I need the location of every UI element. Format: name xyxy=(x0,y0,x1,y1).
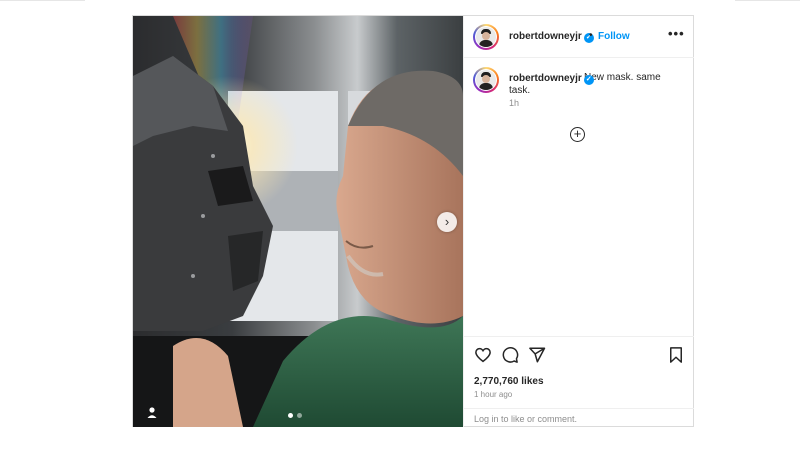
comment-icon[interactable] xyxy=(501,346,519,364)
heart-icon[interactable] xyxy=(474,346,492,364)
carousel-dots xyxy=(288,413,302,418)
header-separator: • xyxy=(589,30,593,41)
user-tag-icon[interactable] xyxy=(145,405,159,419)
photo-scene xyxy=(133,16,463,427)
header-username[interactable]: robertdowneyjr ✓ xyxy=(509,31,594,43)
post-photo[interactable]: › xyxy=(133,16,463,427)
post-timestamp[interactable]: 1 hour ago xyxy=(474,390,512,399)
caption-avatar[interactable] xyxy=(473,67,499,93)
page-divider-left xyxy=(0,0,85,1)
caption-timestamp[interactable]: 1h xyxy=(509,98,519,108)
carousel-dot-2 xyxy=(297,413,302,418)
follow-button[interactable]: Follow xyxy=(598,31,630,42)
verified-badge-icon: ✓ xyxy=(583,75,594,85)
carousel-next-button[interactable]: › xyxy=(437,212,457,232)
login-prompt-link[interactable]: Log in to like or comment. xyxy=(474,414,577,424)
caption-username[interactable]: robertdowneyjr ✓ xyxy=(509,73,594,85)
action-bar: 2,770,760 likes 1 hour ago xyxy=(464,336,694,408)
more-options-icon[interactable]: ••• xyxy=(668,26,685,41)
post-panel: robertdowneyjr ✓ • Follow ••• New mask. s… xyxy=(463,16,694,427)
page-divider-right xyxy=(735,0,800,1)
login-bar: Log in to like or comment. xyxy=(464,408,694,427)
bookmark-icon[interactable] xyxy=(667,346,685,364)
plus-circle-icon[interactable]: + xyxy=(570,127,585,142)
post-header: robertdowneyjr ✓ • Follow ••• xyxy=(464,16,694,58)
likes-count[interactable]: 2,770,760 likes xyxy=(474,376,544,387)
avatar[interactable] xyxy=(473,24,499,50)
instagram-embed: › robertdowneyjr ✓ • Follow ••• New mask.… xyxy=(132,15,694,427)
share-icon[interactable] xyxy=(528,346,546,364)
carousel-dot-1 xyxy=(288,413,293,418)
